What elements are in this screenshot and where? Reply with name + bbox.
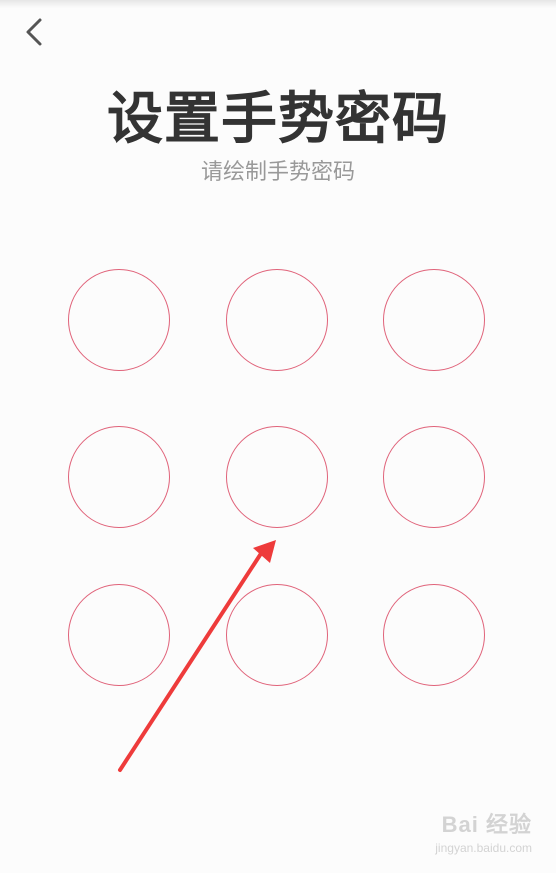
pattern-node-8[interactable] (226, 584, 328, 686)
pattern-node-3[interactable] (383, 269, 485, 371)
chevron-left-icon (26, 18, 42, 46)
pattern-node-6[interactable] (383, 426, 485, 528)
pattern-node-7[interactable] (68, 584, 170, 686)
back-button[interactable] (18, 12, 54, 52)
pattern-node-9[interactable] (383, 584, 485, 686)
page-subtitle: 请绘制手势密码 (200, 160, 355, 185)
page-title: 设置手势密码 (107, 87, 449, 152)
pattern-node-4[interactable] (68, 426, 170, 528)
watermark-url: jingyan.baidu.com (435, 841, 532, 855)
status-bar-shadow (0, 0, 556, 8)
pattern-node-2[interactable] (226, 269, 328, 371)
pattern-node-5[interactable] (226, 426, 328, 528)
watermark-brand: Bai 经验 (441, 812, 532, 837)
watermark: Bai 经验 jingyan.baidu.com (435, 807, 532, 855)
pattern-node-1[interactable] (68, 269, 170, 371)
